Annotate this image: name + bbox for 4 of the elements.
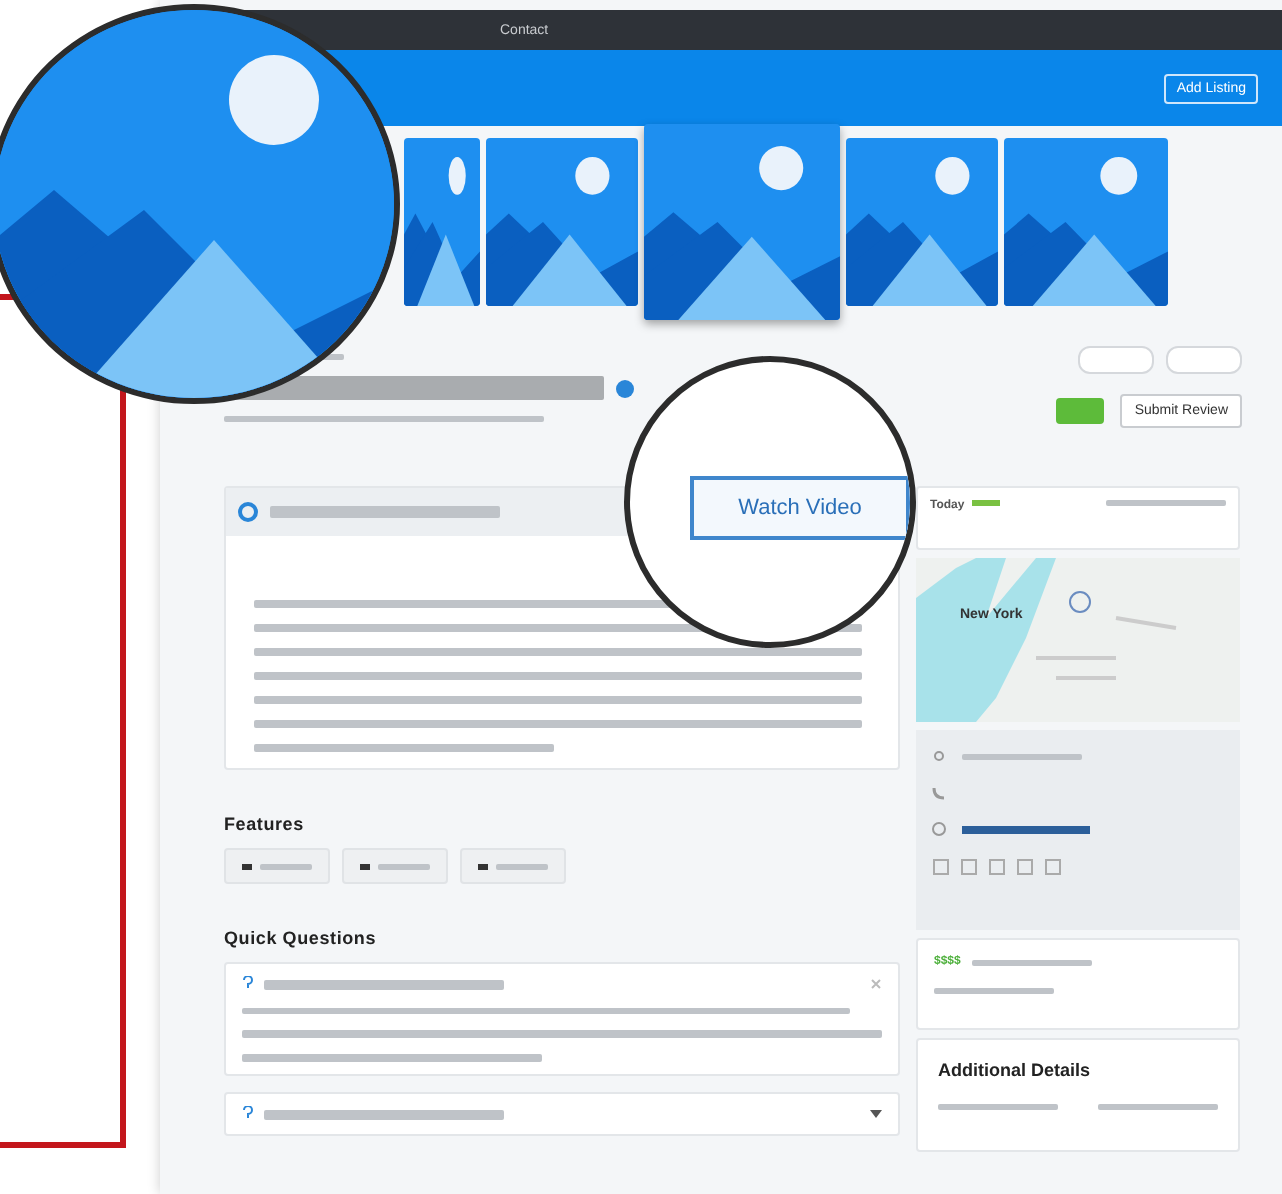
section-heading: Features — [224, 814, 306, 834]
section-heading: Quick Questions — [224, 928, 379, 948]
details-heading: Additional Details — [938, 1060, 1093, 1080]
watch-video-button[interactable]: Watch Video — [690, 476, 910, 540]
